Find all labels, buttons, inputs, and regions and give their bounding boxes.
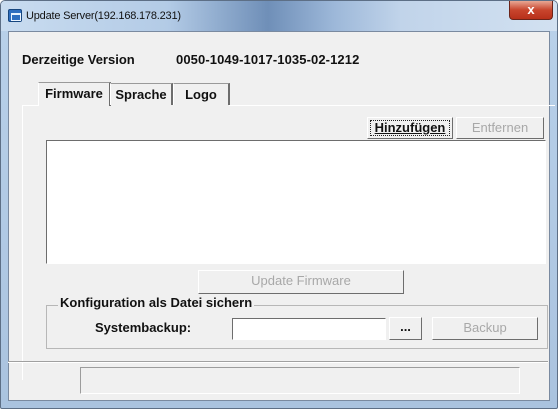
- browse-button[interactable]: ...: [389, 317, 422, 340]
- close-button[interactable]: x: [509, 1, 553, 20]
- tab-firmware[interactable]: Firmware: [38, 82, 111, 106]
- update-firmware-button[interactable]: Update Firmware: [198, 270, 404, 294]
- systembackup-label: Systembackup:: [95, 320, 192, 335]
- firmware-file-list[interactable]: [46, 140, 546, 264]
- current-version-value: 0050-1049-1017-1035-02-1212: [176, 52, 360, 67]
- backup-button[interactable]: Backup: [432, 317, 538, 340]
- backup-group-label: Konfiguration als Datei sichern: [58, 295, 255, 310]
- tab-sprache[interactable]: Sprache: [110, 83, 173, 105]
- title-bar[interactable]: Update Server(192.168.178.231) x: [1, 1, 557, 31]
- window-title: Update Server(192.168.178.231): [26, 10, 181, 22]
- add-firmware-button[interactable]: Hinzufügen: [367, 117, 453, 139]
- close-icon: x: [527, 2, 535, 17]
- tab-panel-border: [22, 105, 23, 380]
- current-version-label: Derzeitige Version: [22, 52, 135, 67]
- tab-panel-border: [229, 105, 555, 106]
- status-bar: [80, 367, 520, 394]
- separator: [8, 361, 548, 363]
- tab-logo[interactable]: Logo: [173, 83, 230, 105]
- tab-panel-border: [22, 105, 38, 106]
- app-icon: [8, 9, 22, 22]
- systembackup-path-input[interactable]: [232, 318, 386, 340]
- remove-firmware-button[interactable]: Entfernen: [456, 117, 544, 139]
